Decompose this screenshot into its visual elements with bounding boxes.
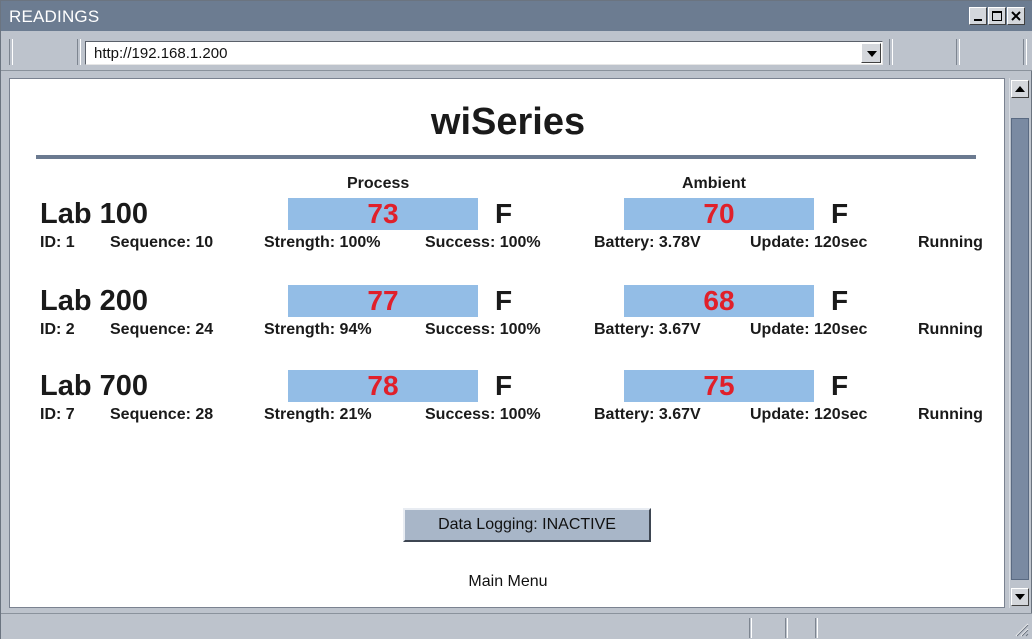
page-title: wiSeries — [430, 101, 586, 143]
address-bar: http://192.168.1.200 — [1, 31, 1032, 71]
chevron-down-icon[interactable] — [861, 43, 881, 63]
ambient-value: 70 — [624, 198, 814, 230]
main-menu-link[interactable]: Main Menu — [10, 573, 1004, 591]
status-separator — [815, 618, 818, 638]
lab-strength: Strength: 94% — [264, 321, 372, 338]
ambient-unit: F — [831, 198, 849, 229]
lab-battery: Battery: 3.67V — [594, 406, 701, 423]
lab-success: Success: 100% — [425, 234, 541, 251]
lab-name: Lab 200 — [40, 285, 148, 317]
ambient-unit: F — [831, 370, 849, 401]
lab-id: ID: 1 — [40, 234, 75, 251]
ambient-value: 75 — [624, 370, 814, 402]
toolbar-separator — [9, 39, 13, 65]
lab-update: Update: 120sec — [750, 406, 868, 423]
maximize-icon[interactable] — [988, 7, 1006, 25]
lab-update: Update: 120sec — [750, 321, 868, 338]
page-viewport: wiSeries Process Ambient Lab 100 73 F 70… — [9, 78, 1005, 608]
minimize-icon[interactable] — [969, 7, 987, 25]
process-unit: F — [495, 285, 513, 316]
lab-sequence: Sequence: 28 — [110, 406, 214, 423]
lab-sequence: Sequence: 10 — [110, 234, 214, 251]
title-bar[interactable]: READINGS — [1, 1, 1032, 31]
process-column-header: Process — [347, 175, 410, 192]
scroll-up-icon[interactable] — [1011, 80, 1029, 98]
lab-success: Success: 100% — [425, 321, 541, 338]
close-icon[interactable] — [1007, 7, 1025, 25]
vertical-scrollbar[interactable] — [1009, 78, 1029, 608]
browser-window: READINGS http://192.168.1.200 wiSeries P… — [0, 0, 1032, 639]
lab-row: Lab 200 77 F 68 F ID: 2 Sequence: 24 Str… — [10, 285, 1004, 365]
ambient-column-header: Ambient — [682, 175, 746, 192]
data-logging-button[interactable]: Data Logging: INACTIVE — [403, 508, 651, 542]
window-controls — [968, 7, 1025, 25]
ambient-unit: F — [831, 285, 849, 316]
lab-update: Update: 120sec — [750, 234, 868, 251]
scrollbar-thumb[interactable] — [1011, 118, 1029, 580]
status-separator — [749, 618, 752, 638]
toolbar-separator — [889, 39, 893, 65]
lab-status: Running — [918, 406, 983, 423]
lab-status: Running — [918, 321, 983, 338]
scroll-down-icon[interactable] — [1011, 588, 1029, 606]
ambient-value: 68 — [624, 285, 814, 317]
process-value: 78 — [288, 370, 478, 402]
lab-success: Success: 100% — [425, 406, 541, 423]
process-unit: F — [495, 198, 513, 229]
lab-row: Lab 700 78 F 75 F ID: 7 Sequence: 28 Str… — [10, 370, 1004, 450]
toolbar-separator — [1023, 39, 1027, 65]
url-input[interactable]: http://192.168.1.200 — [85, 41, 883, 65]
url-text: http://192.168.1.200 — [94, 45, 228, 62]
lab-battery: Battery: 3.78V — [594, 234, 701, 251]
lab-strength: Strength: 100% — [264, 234, 381, 251]
resize-grip-icon[interactable] — [1013, 621, 1029, 637]
window-title: READINGS — [9, 7, 100, 26]
process-unit: F — [495, 370, 513, 401]
toolbar-separator — [956, 39, 960, 65]
lab-id: ID: 2 — [40, 321, 75, 338]
toolbar-separator — [77, 39, 81, 65]
process-value: 73 — [288, 198, 478, 230]
lab-status: Running — [918, 234, 983, 251]
lab-id: ID: 7 — [40, 406, 75, 423]
status-separator — [785, 618, 788, 638]
lab-strength: Strength: 21% — [264, 406, 372, 423]
process-value: 77 — [288, 285, 478, 317]
lab-battery: Battery: 3.67V — [594, 321, 701, 338]
lab-name: Lab 700 — [40, 370, 148, 402]
lab-row: Lab 100 73 F 70 F ID: 1 Sequence: 10 Str… — [10, 198, 1004, 278]
title-divider — [36, 155, 976, 159]
lab-sequence: Sequence: 24 — [110, 321, 214, 338]
status-bar — [1, 613, 1032, 639]
lab-name: Lab 100 — [40, 198, 148, 230]
